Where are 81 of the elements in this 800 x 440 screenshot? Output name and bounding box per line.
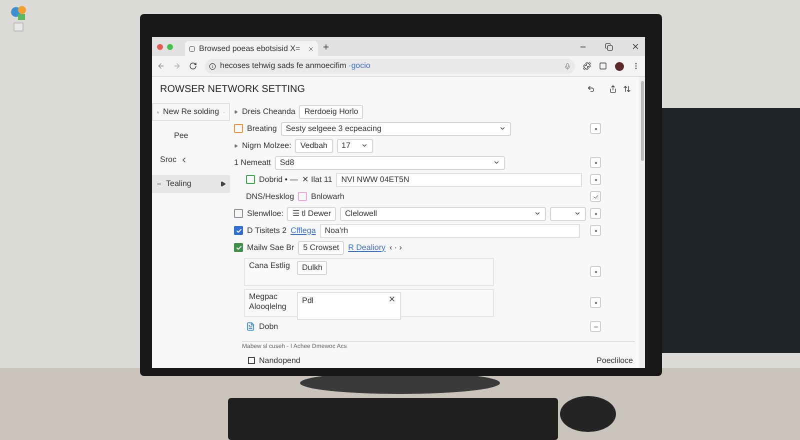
page-title: ROWSER NETWORK SETTING <box>160 82 305 96</box>
new-tab-icon[interactable] <box>322 42 330 50</box>
row-action-button[interactable] <box>590 157 601 168</box>
caret-icon <box>534 210 541 217</box>
share-icon[interactable] <box>609 85 617 93</box>
app-icon <box>10 4 28 32</box>
input-field[interactable]: Noa'rh <box>320 224 580 238</box>
field-label: Dobrid • — <box>259 174 298 186</box>
checkbox[interactable] <box>234 124 243 133</box>
field-label: Nigrn Molzee: <box>242 140 292 152</box>
row-action-button[interactable] <box>590 225 601 236</box>
puzzle-icon[interactable] <box>583 62 591 70</box>
expand-triangle-icon <box>234 144 238 148</box>
chip[interactable]: Vedbah <box>295 138 332 152</box>
checkbox[interactable] <box>234 226 243 235</box>
dropdown[interactable]: Sd8 <box>274 156 505 170</box>
row-action-button[interactable] <box>590 208 601 219</box>
link[interactable]: Cfflega <box>290 224 316 236</box>
field-text: ‹ · › <box>389 242 402 254</box>
close-icon[interactable] <box>308 46 314 52</box>
link[interactable]: R Dealiory <box>348 242 386 254</box>
minus-icon <box>592 324 598 330</box>
sidebar-item[interactable]: Pee <box>152 127 230 145</box>
checkbox[interactable] <box>298 192 308 201</box>
caret-icon <box>360 142 368 149</box>
scrollbar[interactable] <box>639 77 645 368</box>
field-label: 1 Nemeatt <box>234 156 271 168</box>
sort-icon[interactable] <box>623 85 631 93</box>
restore-icon[interactable] <box>605 42 613 50</box>
input-field[interactable]: Pdl <box>297 292 401 320</box>
field-label: Megpac Alooqlelng <box>249 292 288 312</box>
field-label: Cana Estlig <box>249 260 291 270</box>
row-action-button[interactable] <box>590 321 601 332</box>
field-label: Mailw Sae Br <box>247 242 294 254</box>
checkbox[interactable] <box>234 209 243 218</box>
undo-icon[interactable] <box>587 85 595 93</box>
sidebar-item[interactable]: Tealing <box>152 175 230 193</box>
back-icon[interactable] <box>157 62 165 70</box>
field-text: ✕ Ilat 11 <box>302 174 332 186</box>
field-label: DNS/Hesklog <box>246 190 294 202</box>
row-action-button[interactable] <box>590 123 601 134</box>
field-text: Bnlowarh <box>311 190 344 202</box>
close-icon[interactable] <box>631 42 640 51</box>
checkbox[interactable] <box>246 175 255 184</box>
browser-tab[interactable]: Browsed poeas ebotsisid X= <box>185 41 318 56</box>
field-label: D Tisitets 2 <box>247 224 287 236</box>
field-label: Dobn <box>259 320 278 332</box>
check-icon <box>592 194 598 200</box>
chip[interactable]: Rerdoeig Horlo <box>299 104 364 118</box>
page-icon <box>189 46 195 52</box>
checkbox[interactable] <box>248 357 255 364</box>
dropdown[interactable]: Sesty selgeee 3 ecpeacing <box>280 122 511 136</box>
play-icon <box>220 181 226 187</box>
caret-icon <box>574 210 581 217</box>
checkbox-label: Nandopend <box>259 354 300 366</box>
address-bar[interactable]: hecoses tehwig sads fe anmoecifim ·gocio <box>205 58 575 74</box>
sidebar-item[interactable]: Sroc <box>152 151 230 169</box>
document-icon <box>246 322 255 331</box>
caret-icon <box>498 125 506 132</box>
row-action-button[interactable] <box>590 174 601 185</box>
row-action-button[interactable] <box>590 266 601 277</box>
dropdown[interactable]: 17 <box>336 138 372 152</box>
footer-text: Poecliloce <box>596 354 633 366</box>
text-area[interactable]: NVI NWW 04ET5N <box>336 172 582 186</box>
profile-avatar[interactable] <box>615 62 624 70</box>
dash-icon <box>156 181 162 187</box>
expand-triangle-icon <box>234 110 238 114</box>
dropdown[interactable]: Clelowell <box>340 206 546 220</box>
square-icon[interactable] <box>599 62 607 70</box>
checkbox[interactable] <box>234 243 243 252</box>
field-label: Slenwlloe: <box>247 208 284 220</box>
chip[interactable]: Dulkh <box>297 260 328 274</box>
field-label: Dreis Cheanda <box>242 106 296 118</box>
sidebar-item[interactable]: New Re solding <box>152 103 230 121</box>
reload-icon[interactable] <box>189 62 197 70</box>
caret-icon <box>492 159 500 166</box>
field-label: Breating <box>247 122 277 134</box>
row-action-button[interactable] <box>590 297 601 308</box>
clear-icon <box>388 294 396 302</box>
chip[interactable]: ☰ tl Dewer <box>287 206 336 220</box>
chip[interactable]: 5 Crowset <box>298 240 344 254</box>
